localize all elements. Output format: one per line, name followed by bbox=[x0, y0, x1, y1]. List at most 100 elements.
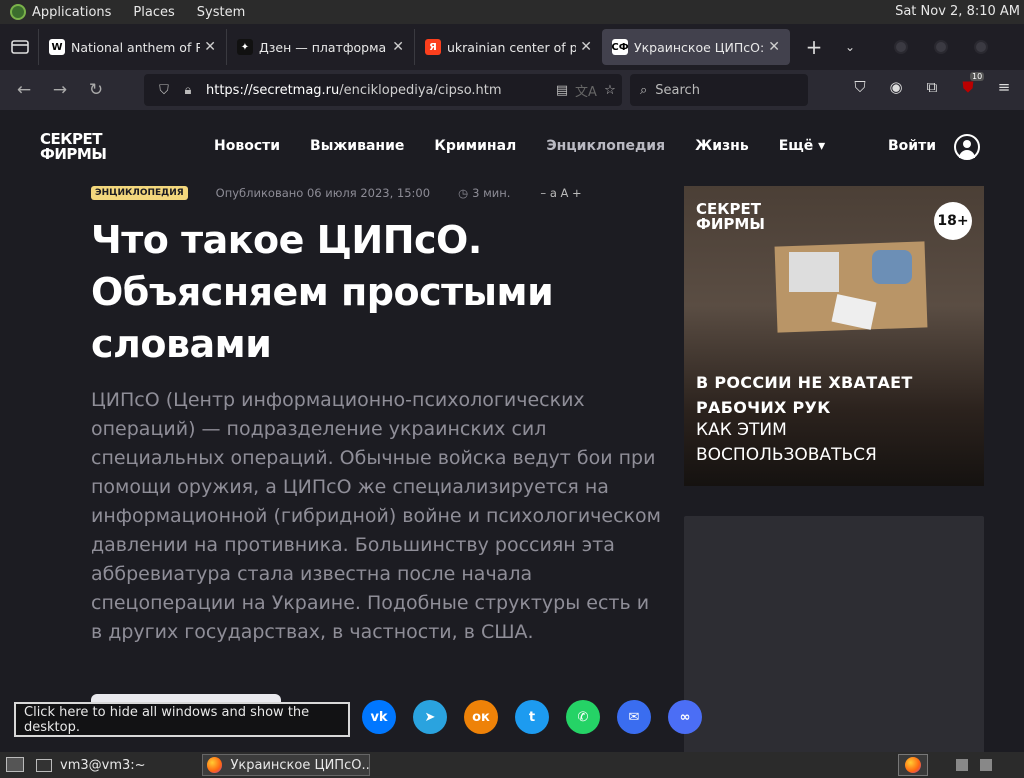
reload-icon[interactable]: ↻ bbox=[78, 80, 114, 100]
hamburger-menu-icon[interactable]: ≡ bbox=[986, 78, 1022, 96]
advertisement-banner[interactable]: СЕКРЕТ ФИРМЫ 18+ В РОССИИ НЕ ХВАТАЕТ РАБ… bbox=[684, 186, 984, 486]
font-size-control[interactable]: – a A + bbox=[540, 186, 581, 200]
terminal-icon bbox=[36, 758, 52, 772]
share-buttons: vk ➤ ок t ✆ ✉ ∞ bbox=[362, 700, 719, 734]
close-tab-icon[interactable]: ✕ bbox=[392, 39, 404, 55]
share-odnoklassniki-icon[interactable]: ок bbox=[464, 700, 498, 734]
ad-headline: В РОССИИ НЕ ХВАТАЕТ РАБОЧИХ РУК bbox=[696, 370, 913, 420]
site-header: СЕКРЕТ ФИРМЫ Новости Выживание Криминал … bbox=[0, 110, 1024, 182]
wikipedia-favicon-icon: W bbox=[49, 39, 65, 55]
menu-applications[interactable]: Applications bbox=[32, 5, 111, 20]
ad-headline-line1: В РОССИИ НЕ ХВАТАЕТ bbox=[696, 373, 913, 392]
back-arrow-icon[interactable]: ← bbox=[6, 80, 42, 100]
ad-paper-image bbox=[789, 252, 839, 292]
tab-title: Украинское ЦИПсО: ч bbox=[634, 39, 765, 55]
screen: Applications Places System Sat Nov 2, 8:… bbox=[0, 0, 1024, 778]
share-copy-link-icon[interactable]: ∞ bbox=[668, 700, 702, 734]
clock-icon: ◷ bbox=[458, 186, 469, 200]
close-tab-icon[interactable]: ✕ bbox=[204, 39, 216, 55]
search-placeholder: Search bbox=[655, 82, 700, 98]
distro-logo-icon[interactable] bbox=[10, 4, 26, 20]
close-tab-icon[interactable]: ✕ bbox=[768, 39, 780, 55]
menu-system[interactable]: System bbox=[197, 5, 245, 20]
workspace-tray bbox=[950, 755, 1020, 775]
ublock-icon[interactable]: ⛊ 10 bbox=[950, 72, 986, 96]
ad-machine-image bbox=[872, 250, 912, 284]
user-icon[interactable] bbox=[954, 134, 980, 160]
reader-view-icon[interactable]: ▤ bbox=[550, 83, 574, 98]
nav-encyclopedia[interactable]: Энциклопедия bbox=[546, 138, 665, 154]
workspace-icon[interactable] bbox=[980, 759, 992, 771]
account-icon[interactable]: ◉ bbox=[878, 78, 914, 96]
translate-icon[interactable]: 文A bbox=[574, 81, 598, 100]
shield-icon[interactable]: ⛉ bbox=[152, 83, 176, 98]
login-link[interactable]: Войти bbox=[888, 138, 936, 154]
workspace-switcher[interactable] bbox=[898, 754, 928, 776]
ad-subline: КАК ЭТИМ ВОСПОЛЬЗОВАТЬСЯ bbox=[696, 418, 877, 468]
minimize-window-icon[interactable] bbox=[894, 40, 908, 54]
tab-title: National anthem of Ru bbox=[71, 39, 201, 55]
toolbar-icons: ⛉ ◉ ⧉ ⛊ 10 ≡ bbox=[842, 72, 1022, 96]
show-desktop-icon[interactable] bbox=[6, 757, 24, 772]
ad-headline-line2: РАБОЧИХ РУК bbox=[696, 398, 831, 417]
tab-dzen[interactable]: ✦ Дзен — платформа д ✕ bbox=[226, 29, 414, 65]
tab-yandex[interactable]: Я ukrainian center of psy ✕ bbox=[414, 29, 602, 65]
list-all-tabs-chevron-icon[interactable]: ⌄ bbox=[832, 40, 868, 54]
forward-arrow-icon[interactable]: → bbox=[42, 80, 78, 100]
category-badge[interactable]: ЭНЦИКЛОПЕДИЯ bbox=[91, 186, 188, 200]
partially-hidden-button[interactable] bbox=[91, 694, 281, 702]
tab-title: ukrainian center of psy bbox=[447, 39, 577, 55]
tab-secretmag-active[interactable]: СФ Украинское ЦИПсО: ч ✕ bbox=[602, 29, 790, 65]
url-bar[interactable]: ⛉ 🔒︎ https://secretmag.ru/enciklopediya/… bbox=[144, 74, 622, 106]
nav-survival[interactable]: Выживание bbox=[310, 138, 404, 154]
menu-places[interactable]: Places bbox=[133, 5, 174, 20]
ad-placeholder bbox=[684, 516, 984, 752]
close-window-icon[interactable] bbox=[974, 40, 988, 54]
read-time: 3 мин. bbox=[472, 186, 511, 200]
share-twitter-icon[interactable]: t bbox=[515, 700, 549, 734]
tab-strip: W National anthem of Ru ✕ ✦ Дзен — платф… bbox=[0, 24, 1024, 70]
share-whatsapp-icon[interactable]: ✆ bbox=[566, 700, 600, 734]
yandex-favicon-icon: Я bbox=[425, 39, 441, 55]
nav-news[interactable]: Новости bbox=[214, 138, 280, 154]
url-host: https://secretmag.ru bbox=[206, 82, 340, 98]
age-rating-badge: 18+ bbox=[934, 202, 972, 240]
publish-date: Опубликовано 06 июля 2023, 15:00 bbox=[215, 186, 431, 200]
secretmag-favicon-icon: СФ bbox=[611, 39, 629, 55]
site-logo[interactable]: СЕКРЕТ ФИРМЫ bbox=[40, 132, 107, 162]
search-icon: ⌕ bbox=[640, 82, 648, 98]
nav-crime[interactable]: Криминал bbox=[434, 138, 516, 154]
taskbar-firefox-label: Украинское ЦИПсО... bbox=[230, 757, 369, 773]
taskbar-firefox[interactable]: Украинское ЦИПсО... bbox=[202, 754, 370, 776]
lock-icon[interactable]: 🔒︎ bbox=[176, 83, 200, 98]
tab-wikipedia[interactable]: W National anthem of Ru ✕ bbox=[38, 29, 226, 65]
taskbar-terminal[interactable]: vm3@vm3:~ bbox=[36, 755, 196, 775]
site-nav: Новости Выживание Криминал Энциклопедия … bbox=[214, 138, 855, 154]
ad-subline-line2: ВОСПОЛЬЗОВАТЬСЯ bbox=[696, 445, 877, 465]
panel-clock[interactable]: Sat Nov 2, 8:10 AM bbox=[895, 4, 1020, 19]
maximize-window-icon[interactable] bbox=[934, 40, 948, 54]
url-text[interactable]: https://secretmag.ru/enciklopediya/cipso… bbox=[206, 83, 550, 98]
firefox-icon bbox=[207, 757, 223, 773]
share-email-icon[interactable]: ✉ bbox=[617, 700, 651, 734]
share-vk-icon[interactable]: vk bbox=[362, 700, 396, 734]
firefox-view-icon[interactable] bbox=[2, 29, 38, 65]
nav-toolbar: ← → ↻ ⛉ 🔒︎ https://secretmag.ru/enciklop… bbox=[0, 70, 1024, 110]
nav-more[interactable]: Ещё ▾ bbox=[779, 138, 825, 154]
close-tab-icon[interactable]: ✕ bbox=[580, 39, 592, 55]
dzen-favicon-icon: ✦ bbox=[237, 39, 253, 55]
article-headline: Что такое ЦИПсО. Объясняем простыми слов… bbox=[91, 218, 554, 366]
share-telegram-icon[interactable]: ➤ bbox=[413, 700, 447, 734]
search-bar[interactable]: ⌕ Search bbox=[630, 74, 808, 106]
new-tab-plus-icon[interactable]: + bbox=[796, 35, 832, 59]
extensions-icon[interactable]: ⧉ bbox=[914, 78, 950, 96]
url-path: /enciklopediya/cipso.htm bbox=[339, 82, 502, 98]
bookmark-star-icon[interactable]: ☆ bbox=[598, 83, 622, 98]
pocket-icon[interactable]: ⛉ bbox=[842, 78, 878, 96]
nav-life[interactable]: Жизнь bbox=[695, 138, 749, 154]
web-page: СЕКРЕТ ФИРМЫ Новости Выживание Криминал … bbox=[0, 110, 1024, 752]
workspace-icon[interactable] bbox=[956, 759, 968, 771]
extension-badge: 10 bbox=[970, 72, 985, 81]
tab-title: Дзен — платформа д bbox=[259, 39, 389, 55]
taskbar-terminal-label: vm3@vm3:~ bbox=[60, 757, 146, 773]
